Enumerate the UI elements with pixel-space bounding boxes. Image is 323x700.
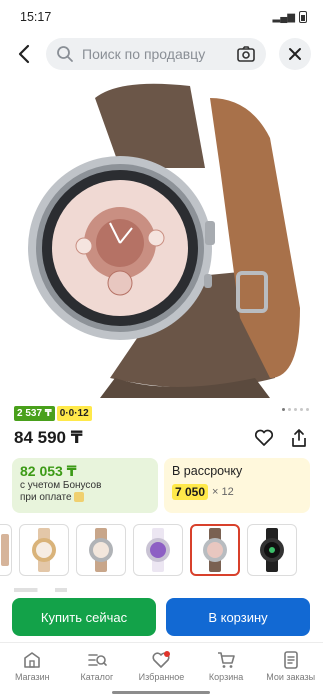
plan-badge: 0·0·12 (56, 406, 92, 421)
share-icon[interactable] (290, 428, 308, 448)
signal-icon: ▂▄▆ (272, 11, 295, 23)
camera-search-icon[interactable] (236, 44, 256, 64)
installment-badge: 2 537 ₸ (14, 406, 55, 421)
image-pagination (282, 408, 309, 411)
bonus-price: 82 053 ₸ (20, 463, 77, 479)
variant-thumbnail[interactable] (247, 524, 297, 576)
buy-now-button[interactable]: Купить сейчас (12, 598, 156, 636)
favorite-icon[interactable] (254, 429, 274, 447)
cart-icon (218, 651, 235, 668)
status-time: 15:17 (20, 10, 52, 24)
watch-thumbnail-icon (260, 528, 284, 572)
nav-label: Корзина (208, 671, 244, 682)
watch-thumbnail-icon (32, 528, 56, 572)
close-icon (289, 48, 301, 60)
bottom-navigation: Магазин Каталог Избранное Корзина Мои за… (0, 642, 323, 688)
status-bar: 15:17 ▂▄▆ (0, 0, 323, 34)
nav-label: Каталог (80, 671, 114, 682)
price-badges: 2 537 ₸ 0·0·12 (14, 406, 92, 421)
watch-thumbnail-icon (0, 534, 9, 566)
watch-thumbnail-icon (89, 528, 113, 572)
variant-thumbnail-selected[interactable] (190, 524, 240, 576)
nav-label: Магазин (14, 671, 50, 682)
heart-icon (152, 650, 171, 668)
status-icons: ▂▄▆ (273, 11, 307, 23)
search-placeholder: Поиск по продавцу (82, 46, 206, 62)
product-price: 84 590 ₸ (14, 428, 83, 447)
bonus-coin-icon (73, 492, 84, 503)
orders-icon (283, 650, 298, 669)
scroll-divider (14, 588, 308, 592)
nav-label: Мои заказы (266, 671, 316, 682)
home-indicator[interactable] (112, 691, 210, 694)
bonus-text-2: при оплате (20, 492, 72, 503)
chevron-left-icon (18, 44, 30, 64)
nav-item-cart[interactable]: Корзина (194, 643, 259, 688)
catalog-search-icon (88, 653, 107, 666)
variant-thumbnail[interactable] (0, 524, 12, 576)
watch-thumbnail-icon (146, 528, 170, 572)
watch-thumbnail-icon (203, 528, 227, 572)
shop-icon (24, 651, 41, 668)
bonus-text-1: с учетом Бонусов (20, 480, 102, 491)
variant-thumbnail[interactable] (19, 524, 69, 576)
search-header: Поиск по продавцу (0, 36, 323, 72)
close-button[interactable] (279, 38, 311, 70)
installment-multiplier: × 12 (212, 486, 234, 498)
installment-label: В рассрочку (172, 464, 243, 478)
installment-amount: 7 050 (172, 484, 209, 500)
variant-thumbnail[interactable] (76, 524, 126, 576)
color-variants (0, 524, 323, 578)
installment-card[interactable]: В рассрочку 7 050 × 12 (164, 458, 310, 513)
battery-icon (299, 11, 307, 23)
variant-thumbnail[interactable] (133, 524, 183, 576)
nav-item-catalog[interactable]: Каталог (65, 643, 130, 688)
bonus-price-card[interactable]: 82 053 ₸ с учетом Бонусов при оплате (12, 458, 158, 513)
nav-item-orders[interactable]: Мои заказы (258, 643, 323, 688)
back-button[interactable] (10, 40, 38, 68)
nav-item-favorites[interactable]: Избранное (129, 643, 194, 688)
product-image[interactable] (0, 78, 323, 398)
search-input[interactable]: Поиск по продавцу (46, 38, 266, 70)
search-icon (57, 46, 73, 62)
nav-label: Избранное (138, 671, 185, 682)
add-to-cart-button[interactable]: В корзину (166, 598, 310, 636)
nav-item-shop[interactable]: Магазин (0, 643, 65, 688)
